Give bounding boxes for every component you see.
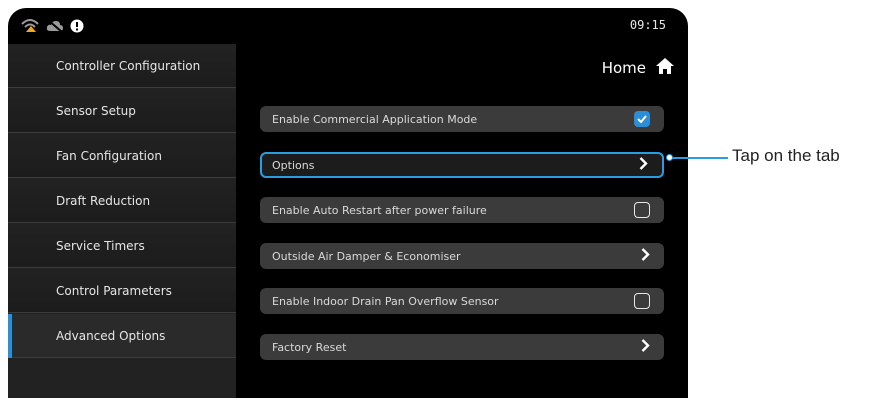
sidebar-item-label: Sensor Setup bbox=[56, 103, 136, 118]
chevron-right-icon bbox=[641, 248, 650, 265]
option-drain-pan-overflow-sensor[interactable]: Enable Indoor Drain Pan Overflow Sensor bbox=[260, 288, 664, 314]
option-label: Enable Auto Restart after power failure bbox=[272, 203, 487, 217]
home-button[interactable]: Home bbox=[602, 58, 674, 78]
chevron-right-icon bbox=[639, 157, 648, 174]
option-commercial-application-mode[interactable]: Enable Commercial Application Mode bbox=[260, 106, 664, 132]
sidebar-item-controller-configuration[interactable]: Controller Configuration bbox=[8, 44, 236, 88]
sidebar-item-label: Draft Reduction bbox=[56, 193, 151, 208]
sidebar-item-label: Service Timers bbox=[56, 238, 145, 253]
sidebar-item-advanced-options[interactable]: Advanced Options bbox=[8, 314, 236, 358]
checkbox-checked-icon[interactable] bbox=[634, 111, 650, 127]
option-auto-restart[interactable]: Enable Auto Restart after power failure bbox=[260, 197, 664, 223]
status-time: 09:15 bbox=[629, 18, 666, 32]
cloud-off-icon bbox=[46, 18, 64, 37]
device-screen: 09:15 Controller Configuration Sensor Se… bbox=[8, 8, 688, 398]
sidebar-item-draft-reduction[interactable]: Draft Reduction bbox=[8, 179, 236, 223]
status-bar: 09:15 bbox=[8, 8, 688, 44]
callout-dot bbox=[666, 154, 673, 161]
option-factory-reset[interactable]: Factory Reset bbox=[260, 334, 664, 360]
sidebar-item-label: Controller Configuration bbox=[56, 58, 201, 73]
checkbox-unchecked-icon[interactable] bbox=[634, 202, 650, 218]
home-label: Home bbox=[601, 59, 646, 77]
callout-line bbox=[668, 157, 728, 159]
option-label: Enable Indoor Drain Pan Overflow Sensor bbox=[272, 294, 499, 308]
sidebar-item-label: Fan Configuration bbox=[56, 148, 162, 163]
checkbox-unchecked-icon[interactable] bbox=[634, 293, 650, 309]
status-icons bbox=[20, 17, 84, 37]
option-options[interactable]: Options bbox=[260, 152, 664, 178]
sidebar-item-control-parameters[interactable]: Control Parameters bbox=[8, 269, 236, 313]
option-label: Enable Commercial Application Mode bbox=[272, 112, 478, 126]
sidebar-item-label: Advanced Options bbox=[56, 328, 166, 343]
option-label: Options bbox=[272, 158, 315, 172]
main-panel: Home Enable Commercial Application Mode … bbox=[236, 44, 688, 398]
sidebar: Controller Configuration Sensor Setup Fa… bbox=[8, 44, 236, 398]
callout-text: Tap on the tab bbox=[732, 146, 840, 165]
chevron-right-icon bbox=[641, 339, 650, 356]
option-label: Outside Air Damper & Economiser bbox=[272, 249, 461, 263]
home-icon bbox=[656, 58, 674, 78]
sidebar-item-service-timers[interactable]: Service Timers bbox=[8, 224, 236, 268]
sidebar-item-label: Control Parameters bbox=[56, 283, 172, 298]
option-label: Factory Reset bbox=[272, 340, 347, 354]
sidebar-item-fan-configuration[interactable]: Fan Configuration bbox=[8, 134, 236, 178]
sidebar-item-sensor-setup[interactable]: Sensor Setup bbox=[8, 89, 236, 133]
alert-info-icon bbox=[70, 18, 84, 37]
wifi-warning-icon bbox=[20, 17, 40, 37]
option-outside-air-damper[interactable]: Outside Air Damper & Economiser bbox=[260, 243, 664, 269]
